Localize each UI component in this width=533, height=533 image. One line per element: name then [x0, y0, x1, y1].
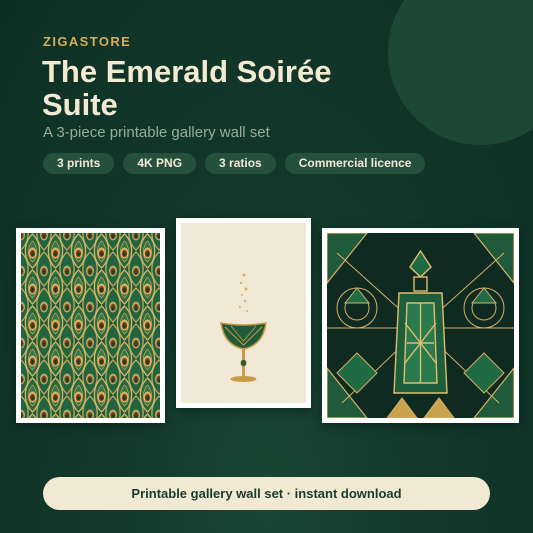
brand-name: ZIGASTORE	[43, 34, 132, 49]
badge-format: 4K PNG	[123, 153, 197, 174]
print-decanter	[322, 228, 519, 423]
subtitle: A 3-piece printable gallery wall set	[43, 124, 270, 141]
print-champagne-coupe	[176, 218, 311, 408]
promo-canvas: ZIGASTORE The Emerald Soirée Suite A 3-p…	[0, 0, 533, 533]
badge-ratios: 3 ratios	[205, 153, 276, 174]
peacock-pattern-artwork	[21, 233, 160, 418]
print-peacock-pattern	[16, 228, 165, 423]
cta-banner[interactable]: Printable gallery wall set · instant dow…	[43, 477, 490, 510]
badge-licence: Commercial licence	[284, 153, 426, 174]
badge-prints: 3 prints	[43, 153, 115, 174]
decanter-artwork	[327, 233, 514, 418]
feature-badges: 3 prints 4K PNG 3 ratios Commercial lice…	[43, 153, 426, 174]
page-title: The Emerald Soirée Suite	[42, 54, 332, 122]
decorative-circle	[388, 0, 533, 145]
champagne-coupe-artwork	[181, 223, 306, 403]
